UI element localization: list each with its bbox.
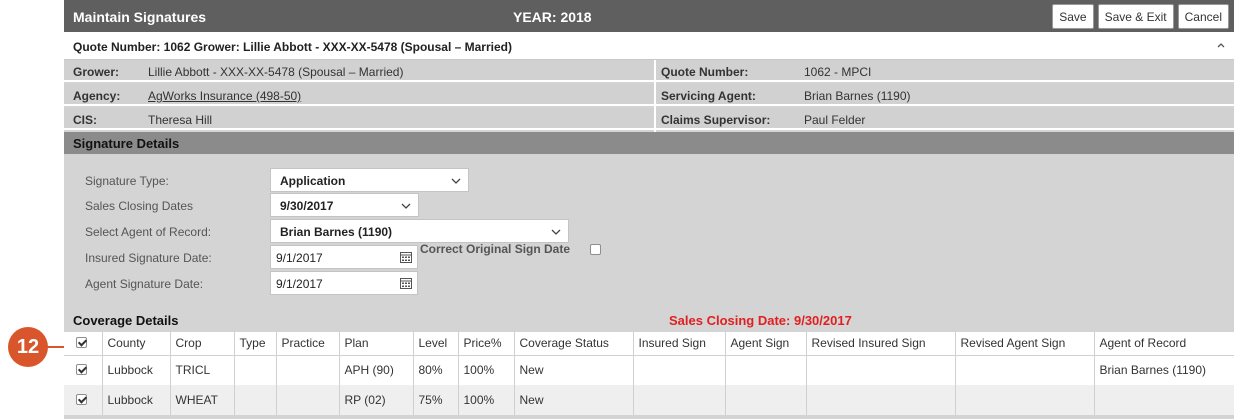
agent-signature-date-label: Agent Signature Date: <box>85 277 204 291</box>
column-header[interactable]: Crop <box>170 332 235 356</box>
row-checkbox[interactable] <box>76 394 87 405</box>
column-header[interactable]: Revised Insured Sign <box>806 332 956 356</box>
grower-label: Grower: <box>73 65 120 79</box>
table-cell <box>806 355 956 385</box>
table-cell: RP (02) <box>339 385 414 415</box>
table-row: Lubbock TRICL APH (90) 80% 100% New Bria… <box>64 355 1234 385</box>
correct-original-sign-date-label: Correct Original Sign Date <box>420 242 571 256</box>
column-header[interactable]: Type <box>234 332 277 356</box>
table-cell: WHEAT <box>170 385 235 415</box>
claims-supervisor-value: Paul Felder <box>804 113 866 127</box>
coverage-details-title: Coverage Details <box>73 313 179 328</box>
table-cell: 100% <box>458 385 515 415</box>
quote-summary-text: Quote Number: 1062 Grower: Lillie Abbott… <box>73 40 512 54</box>
agent-of-record-label: Select Agent of Record: <box>85 225 212 239</box>
quote-number-label: Quote Number: <box>661 65 749 79</box>
signature-type-select[interactable]: Application <box>270 168 469 192</box>
chevron-down-icon <box>401 203 411 209</box>
table-cell: Lubbock <box>102 355 171 385</box>
table-cell: APH (90) <box>339 355 414 385</box>
calendar-icon[interactable] <box>400 251 412 263</box>
table-cell: 75% <box>413 385 459 415</box>
table-cell: 100% <box>458 355 515 385</box>
table-row: Lubbock WHEAT RP (02) 75% 100% New <box>64 385 1234 415</box>
claims-supervisor-label: Claims Supervisor: <box>661 113 771 127</box>
correct-original-sign-date-checkbox[interactable] <box>590 244 601 255</box>
quote-summary-bar[interactable]: Quote Number: 1062 Grower: Lillie Abbott… <box>64 32 1234 60</box>
column-header[interactable]: Revised Agent Sign <box>955 332 1095 356</box>
row-checkbox[interactable] <box>76 364 87 376</box>
year-label: YEAR: 2018 <box>513 9 592 25</box>
table-cell <box>276 355 340 385</box>
cis-value: Theresa Hill <box>148 113 213 127</box>
table-cell <box>806 385 956 415</box>
column-header[interactable]: Coverage Status <box>514 332 634 356</box>
table-cell <box>955 355 1095 385</box>
cancel-button[interactable]: Cancel <box>1177 4 1229 29</box>
header-bar: Maintain Signatures YEAR: 2018 Save Save… <box>64 0 1234 32</box>
row-select-cell <box>64 355 103 385</box>
chevron-up-icon[interactable] <box>1216 40 1226 50</box>
header-buttons: Save Save & Exit Cancel <box>1052 4 1229 29</box>
coverage-table: County Crop Type Practice Plan Level Pri… <box>64 332 1234 415</box>
row-select-cell <box>64 385 103 415</box>
info-divider <box>654 60 656 132</box>
servicing-agent-label: Servicing Agent: <box>661 89 756 103</box>
chevron-down-icon <box>451 178 461 184</box>
chevron-down-icon <box>551 229 561 235</box>
table-cell: New <box>514 355 634 385</box>
cis-label: CIS: <box>73 113 97 127</box>
sales-closing-date-notice: Sales Closing Date: 9/30/2017 <box>669 313 852 328</box>
table-cell <box>633 355 726 385</box>
table-cell <box>276 385 340 415</box>
maintain-signatures-panel: Maintain Signatures YEAR: 2018 Save Save… <box>64 0 1234 419</box>
table-cell <box>633 385 726 415</box>
quote-info-grid: Grower: Lillie Abbott - XXX-XX-5478 (Spo… <box>64 60 1234 132</box>
table-cell <box>234 385 277 415</box>
select-all-checkbox[interactable] <box>76 337 87 349</box>
table-cell: Lubbock <box>102 385 171 415</box>
table-cell <box>725 385 807 415</box>
servicing-agent-value: Brian Barnes (1190) <box>804 89 911 103</box>
table-cell: Brian Barnes (1190) <box>1094 355 1234 385</box>
coverage-table-header: County Crop Type Practice Plan Level Pri… <box>64 332 1234 356</box>
signature-details-title: Signature Details <box>73 136 180 151</box>
table-cell <box>725 355 807 385</box>
sales-closing-dates-select[interactable]: 9/30/2017 <box>270 193 419 217</box>
table-cell: New <box>514 385 634 415</box>
agency-link[interactable]: AgWorks Insurance (498-50) <box>148 89 301 103</box>
table-cell <box>955 385 1095 415</box>
grower-value: Lillie Abbott - XXX-XX-5478 (Spousal – M… <box>148 65 404 79</box>
calendar-icon[interactable] <box>400 277 412 289</box>
insured-signature-date-label: Insured Signature Date: <box>85 251 212 265</box>
save-exit-button[interactable]: Save & Exit <box>1097 4 1174 29</box>
signature-details-form: Signature Type: Application Sales Closin… <box>64 154 1234 330</box>
column-header[interactable]: Price% <box>458 332 515 356</box>
sales-closing-dates-label: Sales Closing Dates <box>85 199 194 213</box>
step-callout-badge: 12 <box>8 327 48 367</box>
column-header[interactable]: Plan <box>339 332 414 356</box>
column-header[interactable]: Level <box>413 332 459 356</box>
column-header[interactable]: Agent Sign <box>725 332 807 356</box>
agent-signature-date-input[interactable]: 9/1/2017 <box>270 271 418 295</box>
column-header[interactable]: Practice <box>276 332 340 356</box>
column-header[interactable]: County <box>102 332 171 356</box>
save-button[interactable]: Save <box>1052 4 1094 29</box>
column-header[interactable]: Insured Sign <box>633 332 726 356</box>
table-cell <box>1094 385 1234 415</box>
agent-of-record-select[interactable]: Brian Barnes (1190) <box>270 219 569 243</box>
select-all-cell <box>64 332 103 356</box>
insured-signature-date-input[interactable]: 9/1/2017 <box>270 245 418 269</box>
quote-number-value: 1062 - MPCI <box>804 65 872 79</box>
signature-type-label: Signature Type: <box>85 174 169 188</box>
table-cell: TRICL <box>170 355 235 385</box>
agency-label: Agency: <box>73 89 121 103</box>
table-cell <box>234 355 277 385</box>
column-header[interactable]: Agent of Record <box>1094 332 1234 356</box>
signature-details-header: Signature Details <box>64 132 1234 154</box>
table-cell: 80% <box>413 355 459 385</box>
page-title: Maintain Signatures <box>73 9 207 25</box>
